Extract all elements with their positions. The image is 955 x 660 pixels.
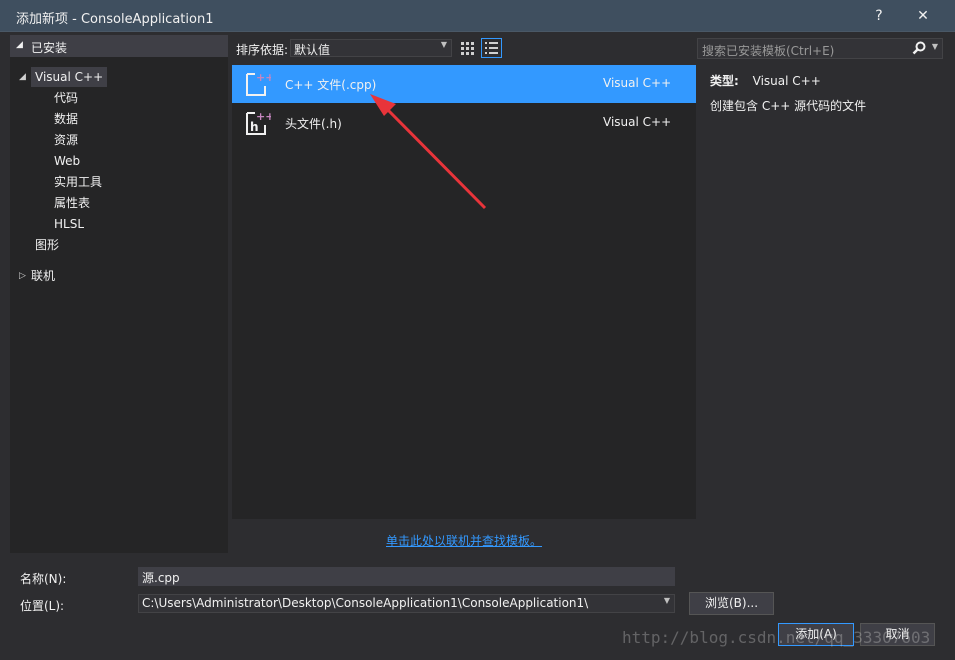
tree-item-hlsl[interactable]: HLSL: [54, 214, 84, 234]
item-form: 名称(N): 源.cpp 位置(L): C:\Users\Administrat…: [10, 562, 945, 620]
search-icon[interactable]: [912, 41, 926, 58]
cpp-file-icon: ++: [243, 70, 274, 98]
category-tree-panel: ◢ 已安装 ◢ Visual C++ 代码 数据 资源 Web 实用工具 属性表…: [10, 35, 228, 553]
collapsed-triangle-icon: ▷: [19, 271, 26, 281]
svg-text:++: ++: [256, 71, 271, 84]
template-details-panel: 类型: Visual C++ 创建包含 C++ 源代码的文件: [700, 65, 945, 519]
location-label: 位置(L):: [20, 599, 65, 613]
tree-item-visual-cpp[interactable]: ◢ Visual C++: [19, 67, 108, 87]
tree-item-web[interactable]: Web: [54, 151, 80, 171]
header-file-icon: h ++: [243, 109, 274, 137]
installed-header[interactable]: ◢ 已安装: [10, 35, 228, 57]
collapse-triangle-icon: ◢: [16, 40, 23, 50]
title-bar: 添加新项 - ConsoleApplication1 ? ✕: [0, 0, 955, 32]
sort-dropdown[interactable]: 默认值 ▼: [290, 39, 452, 57]
installed-header-label: 已安装: [31, 41, 68, 55]
browse-button[interactable]: 浏览(B)...: [689, 592, 774, 615]
watermark-text: http://blog.csdn.net/qq_33307603: [622, 628, 931, 647]
template-item-cpp-file[interactable]: ++ C++ 文件(.cpp) Visual C++: [232, 65, 696, 103]
find-templates-online-link[interactable]: 单击此处以联机并查找模板。: [386, 532, 542, 549]
tree-item-property-sheet[interactable]: 属性表: [54, 193, 90, 213]
tree-item-label: 联机: [31, 269, 56, 283]
template-list: ++ C++ 文件(.cpp) Visual C++ h ++ 头文件(.h) …: [232, 65, 696, 519]
tree-item-utility[interactable]: 实用工具: [54, 172, 102, 192]
location-dropdown[interactable]: C:\Users\Administrator\Desktop\ConsoleAp…: [138, 594, 675, 613]
list-view-button[interactable]: [481, 38, 502, 58]
template-name: C++ 文件(.cpp): [285, 78, 377, 92]
template-name: 头文件(.h): [285, 117, 342, 131]
dropdown-arrow-icon: ▼: [440, 40, 447, 49]
grid-view-icon: [461, 42, 474, 55]
sort-dropdown-value: 默认值: [294, 43, 331, 57]
tree-item-code[interactable]: 代码: [54, 88, 78, 108]
details-type-line: 类型: Visual C++: [710, 72, 821, 89]
svg-text:++: ++: [256, 110, 271, 123]
template-item-header-file[interactable]: h ++ 头文件(.h) Visual C++: [232, 104, 696, 142]
details-description: 创建包含 C++ 源代码的文件: [710, 99, 867, 113]
dropdown-arrow-icon: ▼: [663, 596, 670, 605]
template-search-input[interactable]: 搜索已安装模板(Ctrl+E) ▼: [697, 38, 943, 59]
tree-item-data[interactable]: 数据: [54, 109, 78, 129]
name-field[interactable]: 源.cpp: [138, 567, 675, 586]
tree-item-graphics[interactable]: 图形: [35, 235, 59, 255]
template-type: Visual C++: [603, 76, 672, 90]
template-type: Visual C++: [603, 115, 672, 129]
help-button[interactable]: ?: [867, 5, 891, 27]
window-title: 添加新项 - ConsoleApplication1: [16, 12, 214, 27]
name-label: 名称(N):: [20, 572, 67, 586]
small-icons-view-button[interactable]: [457, 38, 478, 58]
sort-toolbar: 排序依据: 默认值 ▼: [232, 35, 696, 61]
search-options-arrow-icon[interactable]: ▼: [932, 42, 938, 51]
tree-item-online[interactable]: ▷ 联机: [19, 266, 56, 286]
search-placeholder: 搜索已安装模板(Ctrl+E): [702, 44, 835, 58]
tree-item-label: Visual C++: [35, 70, 104, 84]
sort-label: 排序依据:: [236, 43, 289, 57]
details-type-label: 类型:: [710, 74, 739, 88]
details-type-value: Visual C++: [752, 74, 821, 88]
tree-item-resource[interactable]: 资源: [54, 130, 78, 150]
list-view-icon: [485, 42, 498, 54]
expanded-triangle-icon: ◢: [19, 72, 26, 82]
location-value: C:\Users\Administrator\Desktop\ConsoleAp…: [142, 596, 589, 610]
close-button[interactable]: ✕: [911, 5, 935, 27]
